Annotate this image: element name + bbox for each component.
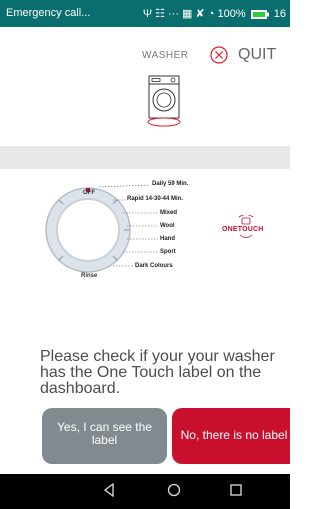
no-label-button[interactable]: No, there is no label <box>172 408 290 464</box>
status-time: 16 <box>273 8 286 20</box>
control-panel-image: OFF Rinse Daily 59 Min. Rapid 14-30-44 M… <box>43 173 290 285</box>
program-label: Hand <box>160 236 175 242</box>
battery-percent: 100% <box>217 8 246 20</box>
yes-label-button[interactable]: Yes, I can see the label <box>42 408 167 464</box>
header-divider-band <box>0 146 290 169</box>
dial-off-label: OFF <box>83 190 95 196</box>
program-label: Daily 59 Min. <box>152 181 189 187</box>
status-notification-text: Emergency call... <box>6 7 91 19</box>
dial-rinse-label: Rinse <box>81 273 98 279</box>
no-button-label: No, there is no label <box>180 428 288 442</box>
instruction-text: Please check if your your washer has the… <box>40 348 275 397</box>
battery-icon <box>250 9 269 19</box>
program-label: Wool <box>160 223 175 229</box>
status-bar: Emergency call... Ψ ☷ ··· ▦ ✘ ◔ 100% 16 <box>0 0 290 27</box>
status-icons: Ψ ☷ ··· ▦ ✘ ◔ <box>142 8 215 20</box>
quit-button[interactable]: QUIT <box>238 46 276 64</box>
home-icon[interactable] <box>167 483 181 497</box>
appliance-label: WASHER <box>142 50 189 61</box>
onetouch-logo-text: ONETOUCH <box>222 226 264 233</box>
back-icon[interactable] <box>102 483 116 497</box>
close-icon[interactable] <box>210 46 228 64</box>
system-nav-bar <box>0 474 290 509</box>
header: WASHER QUIT <box>0 40 290 80</box>
app-screen: Emergency call... Ψ ☷ ··· ▦ ✘ ◔ 100% 16 … <box>0 0 290 509</box>
program-label: Dark Colours <box>135 263 173 269</box>
washer-icon <box>147 75 181 127</box>
program-label: Sport <box>160 249 176 255</box>
program-label: Mixed <box>160 210 178 216</box>
recent-apps-icon[interactable] <box>230 484 242 496</box>
status-right-group: Ψ ☷ ··· ▦ ✘ ◔ 100% 16 <box>143 7 286 20</box>
yes-button-label: Yes, I can see the label <box>57 420 152 447</box>
program-label: Rapid 14-30-44 Min. <box>127 196 184 202</box>
